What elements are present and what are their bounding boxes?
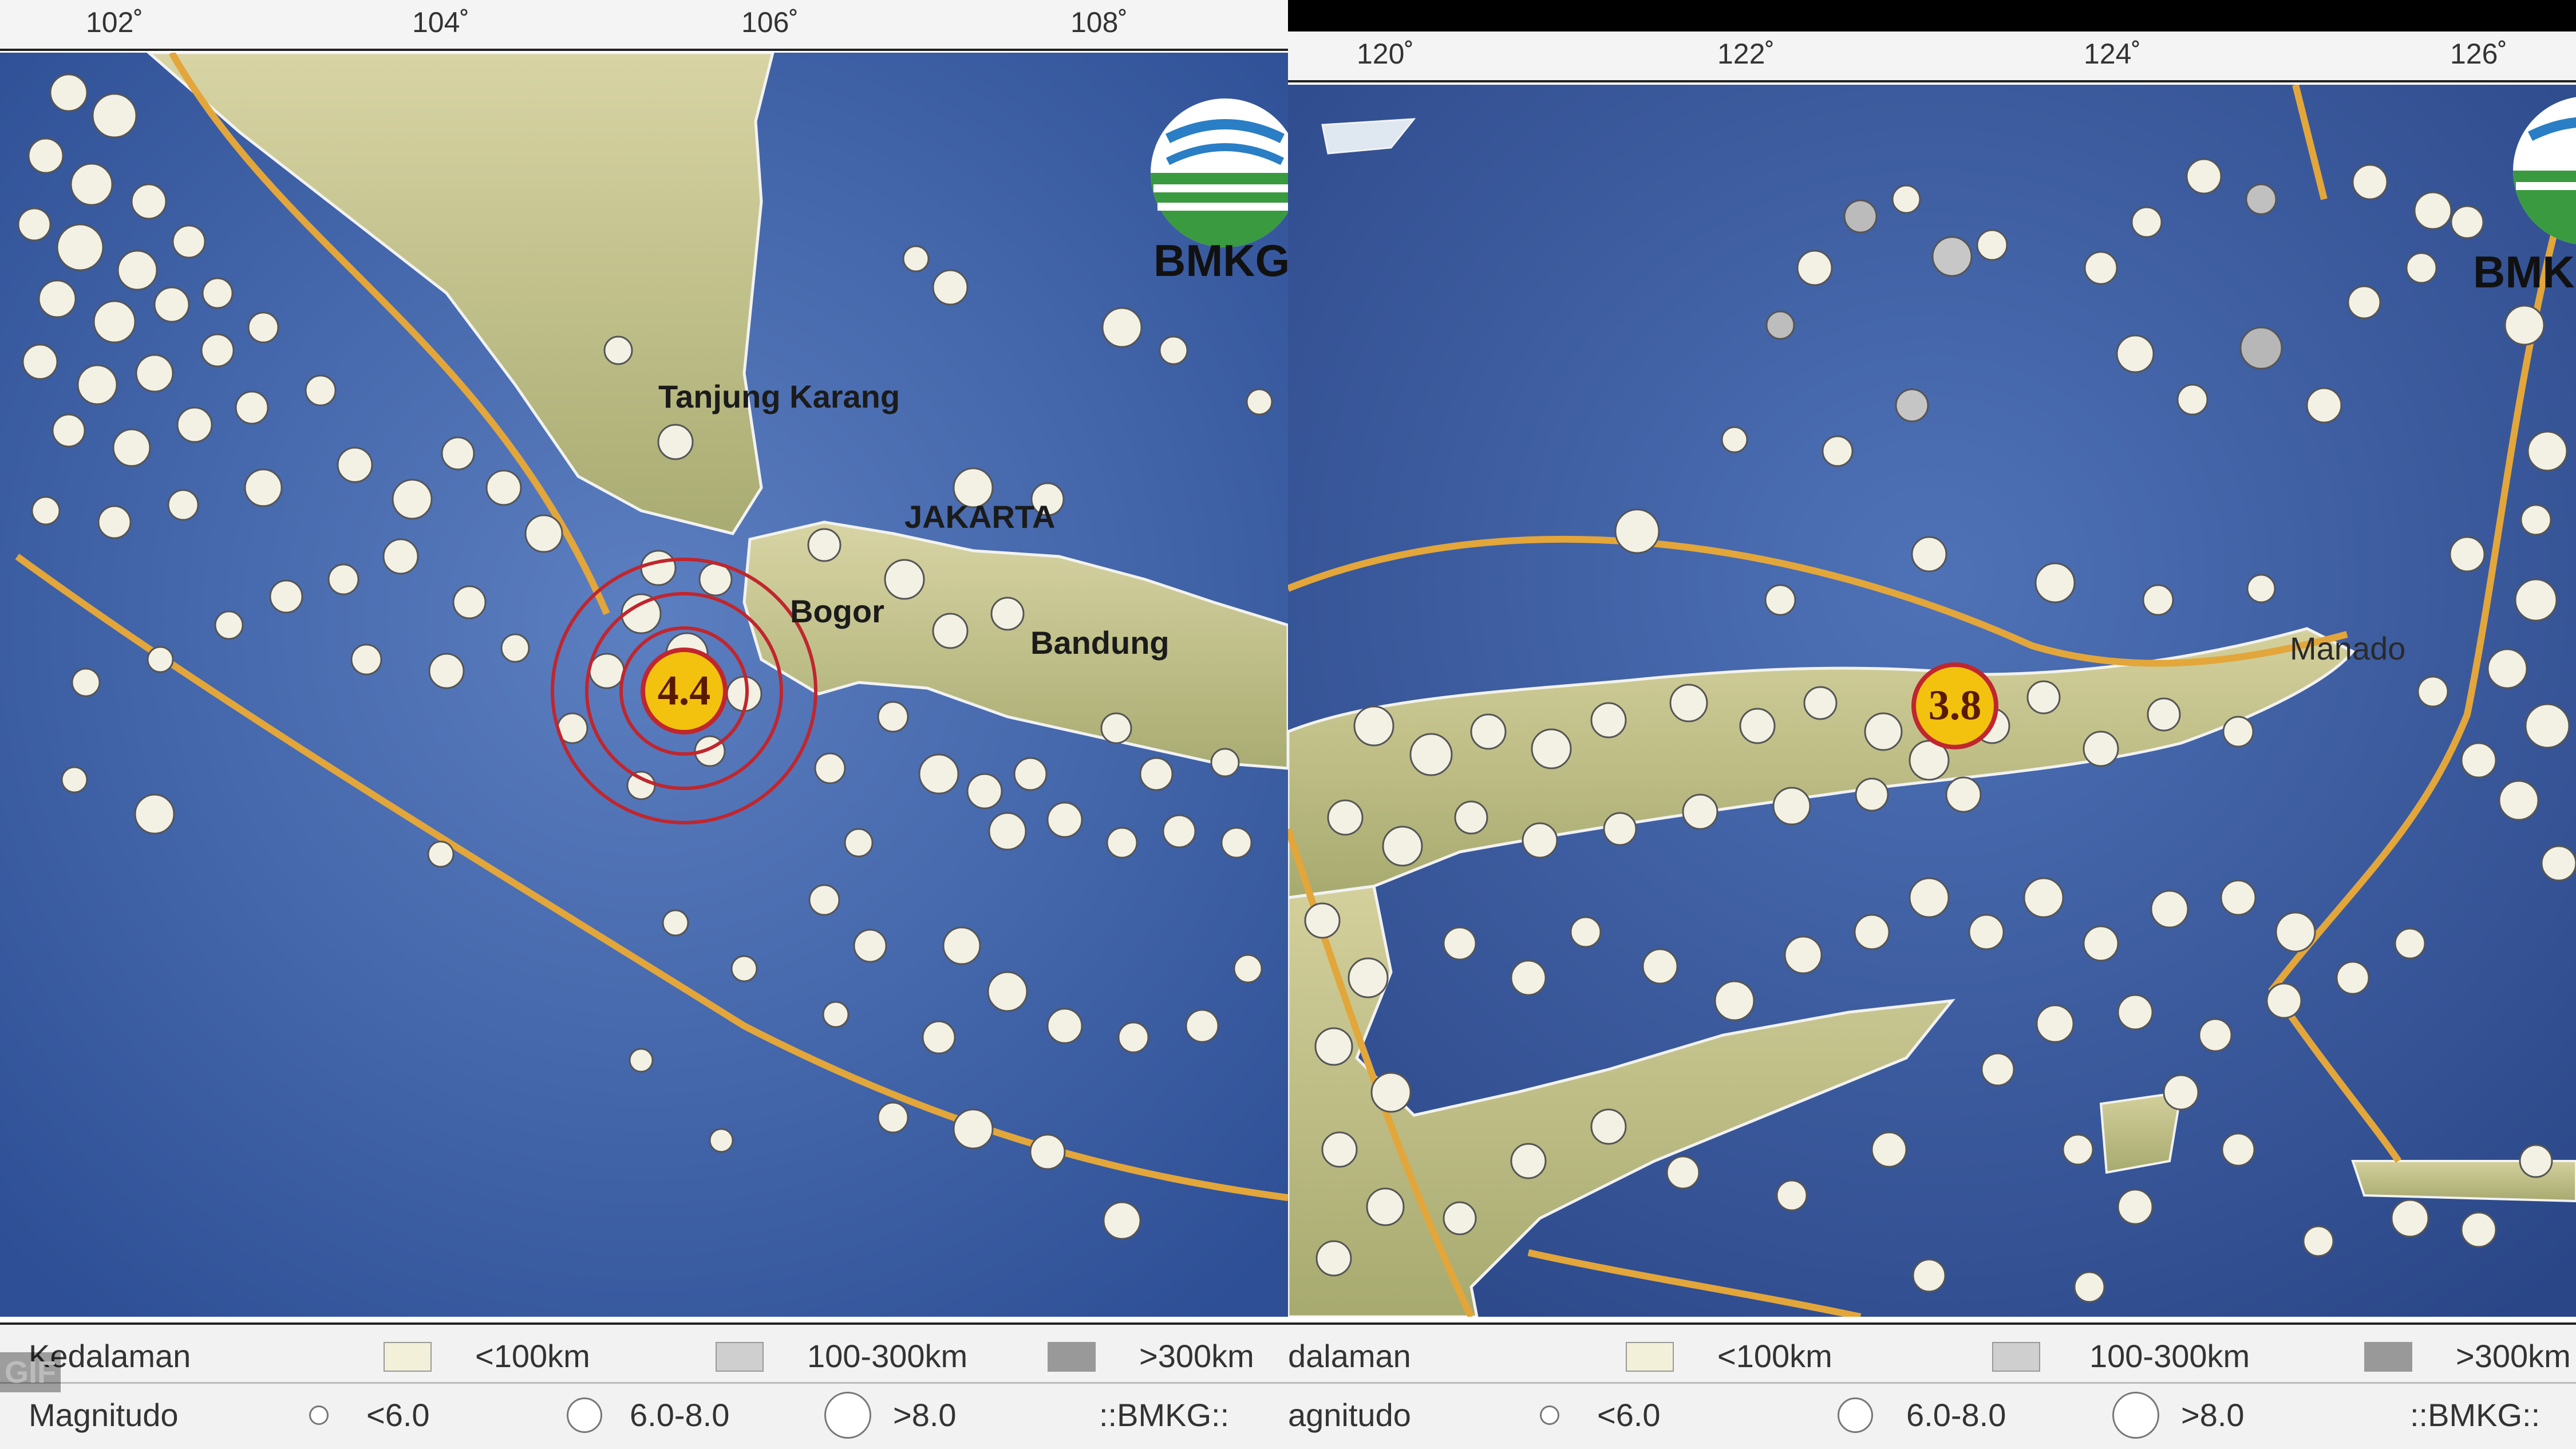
city-label-tanjung-karang: Tanjung Karang — [658, 378, 900, 414]
map-panel-west-java: 102˚ 104˚ 106˚ 108˚ Tanjung Karang JAKAR… — [0, 0, 1288, 1449]
depth-swatch-mid — [1992, 1342, 2040, 1372]
magnitude-large-label: >8.0 — [2181, 1397, 2245, 1433]
magnitude-legend-title: Magnitudo — [29, 1397, 179, 1433]
bmkg-logo-text: BMKG — [1153, 235, 1288, 286]
depth-swatch-shallow — [384, 1342, 432, 1372]
longitude-tick: 120˚ — [1356, 38, 1415, 70]
map-legend: dalaman <100km 100-300km >300km agnitudo… — [1288, 1322, 2576, 1449]
gif-badge: GIF — [0, 1352, 61, 1392]
magnitude-symbol-small — [309, 1405, 329, 1425]
magnitude-symbol-large — [824, 1392, 871, 1439]
magnitude-small-label: <6.0 — [366, 1397, 430, 1433]
depth-deep-label: >300km — [2456, 1338, 2571, 1374]
depth-swatch-deep — [2364, 1342, 2412, 1372]
magnitude-mid-label: 6.0-8.0 — [1906, 1397, 2006, 1433]
magnitude-legend-title: agnitudo — [1288, 1397, 1411, 1433]
longitude-tick: 126˚ — [2449, 38, 2508, 70]
magnitude-symbol-mid — [1838, 1397, 1873, 1433]
depth-legend-row: Kedalaman <100km 100-300km >300km — [0, 1325, 1288, 1382]
magnitude-mid-label: 6.0-8.0 — [630, 1397, 730, 1433]
seismicity-map — [0, 53, 1288, 1317]
top-band — [1288, 0, 2576, 31]
magnitude-symbol-large — [2112, 1392, 2159, 1439]
depth-swatch-deep — [1048, 1342, 1096, 1372]
magnitude-legend-row: Magnitudo <6.0 6.0-8.0 >8.0 ::BMKG:: — [0, 1382, 1288, 1441]
longitude-tick: 108˚ — [1070, 6, 1128, 38]
source-label: ::BMKG:: — [2410, 1397, 2541, 1433]
longitude-tick: 102˚ — [85, 6, 144, 38]
longitude-tick: 104˚ — [412, 6, 470, 38]
city-label-manado: Manado — [2290, 630, 2406, 666]
depth-shallow-label: <100km — [475, 1338, 590, 1374]
magnitude-large-label: >8.0 — [893, 1397, 957, 1433]
map-panel-sulawesi: 120˚ 122˚ 124˚ 126˚ Manado 3.8 BMK dalam… — [1288, 0, 2576, 1449]
longitude-tick: 122˚ — [1717, 38, 1775, 70]
magnitude-label: 3.8 — [1928, 682, 1982, 729]
depth-deep-label: >300km — [1139, 1338, 1254, 1374]
longitude-tick: 106˚ — [741, 6, 799, 38]
magnitude-label: 4.4 — [657, 667, 711, 714]
depth-legend-row: dalaman <100km 100-300km >300km — [1288, 1325, 2576, 1382]
map-legend: Kedalaman <100km 100-300km >300km Magnit… — [0, 1322, 1288, 1449]
magnitude-symbol-mid — [567, 1397, 602, 1433]
depth-shallow-label: <100km — [1717, 1338, 1832, 1374]
magnitude-small-label: <6.0 — [1597, 1397, 1661, 1433]
city-label-bandung: Bandung — [1030, 625, 1170, 661]
city-label-jakarta: JAKARTA — [904, 499, 1056, 535]
longitude-tick: 124˚ — [2083, 38, 2142, 70]
depth-mid-label: 100-300km — [2089, 1338, 2250, 1374]
depth-mid-label: 100-300km — [807, 1338, 968, 1374]
bmkg-logo-text: BMKG — [2473, 247, 2576, 297]
depth-swatch-shallow — [1626, 1342, 1674, 1372]
longitude-scale: 102˚ 104˚ 106˚ 108˚ — [0, 0, 1288, 51]
longitude-scale: 120˚ 122˚ 124˚ 126˚ — [1288, 31, 2576, 82]
city-label-bogor: Bogor — [790, 593, 884, 629]
magnitude-legend-row: agnitudo <6.0 6.0-8.0 >8.0 ::BMKG:: — [1288, 1382, 2576, 1441]
depth-legend-title: dalaman — [1288, 1338, 1411, 1374]
depth-swatch-mid — [716, 1342, 764, 1372]
source-label: ::BMKG:: — [1099, 1397, 1230, 1433]
magnitude-symbol-small — [1540, 1405, 1559, 1425]
